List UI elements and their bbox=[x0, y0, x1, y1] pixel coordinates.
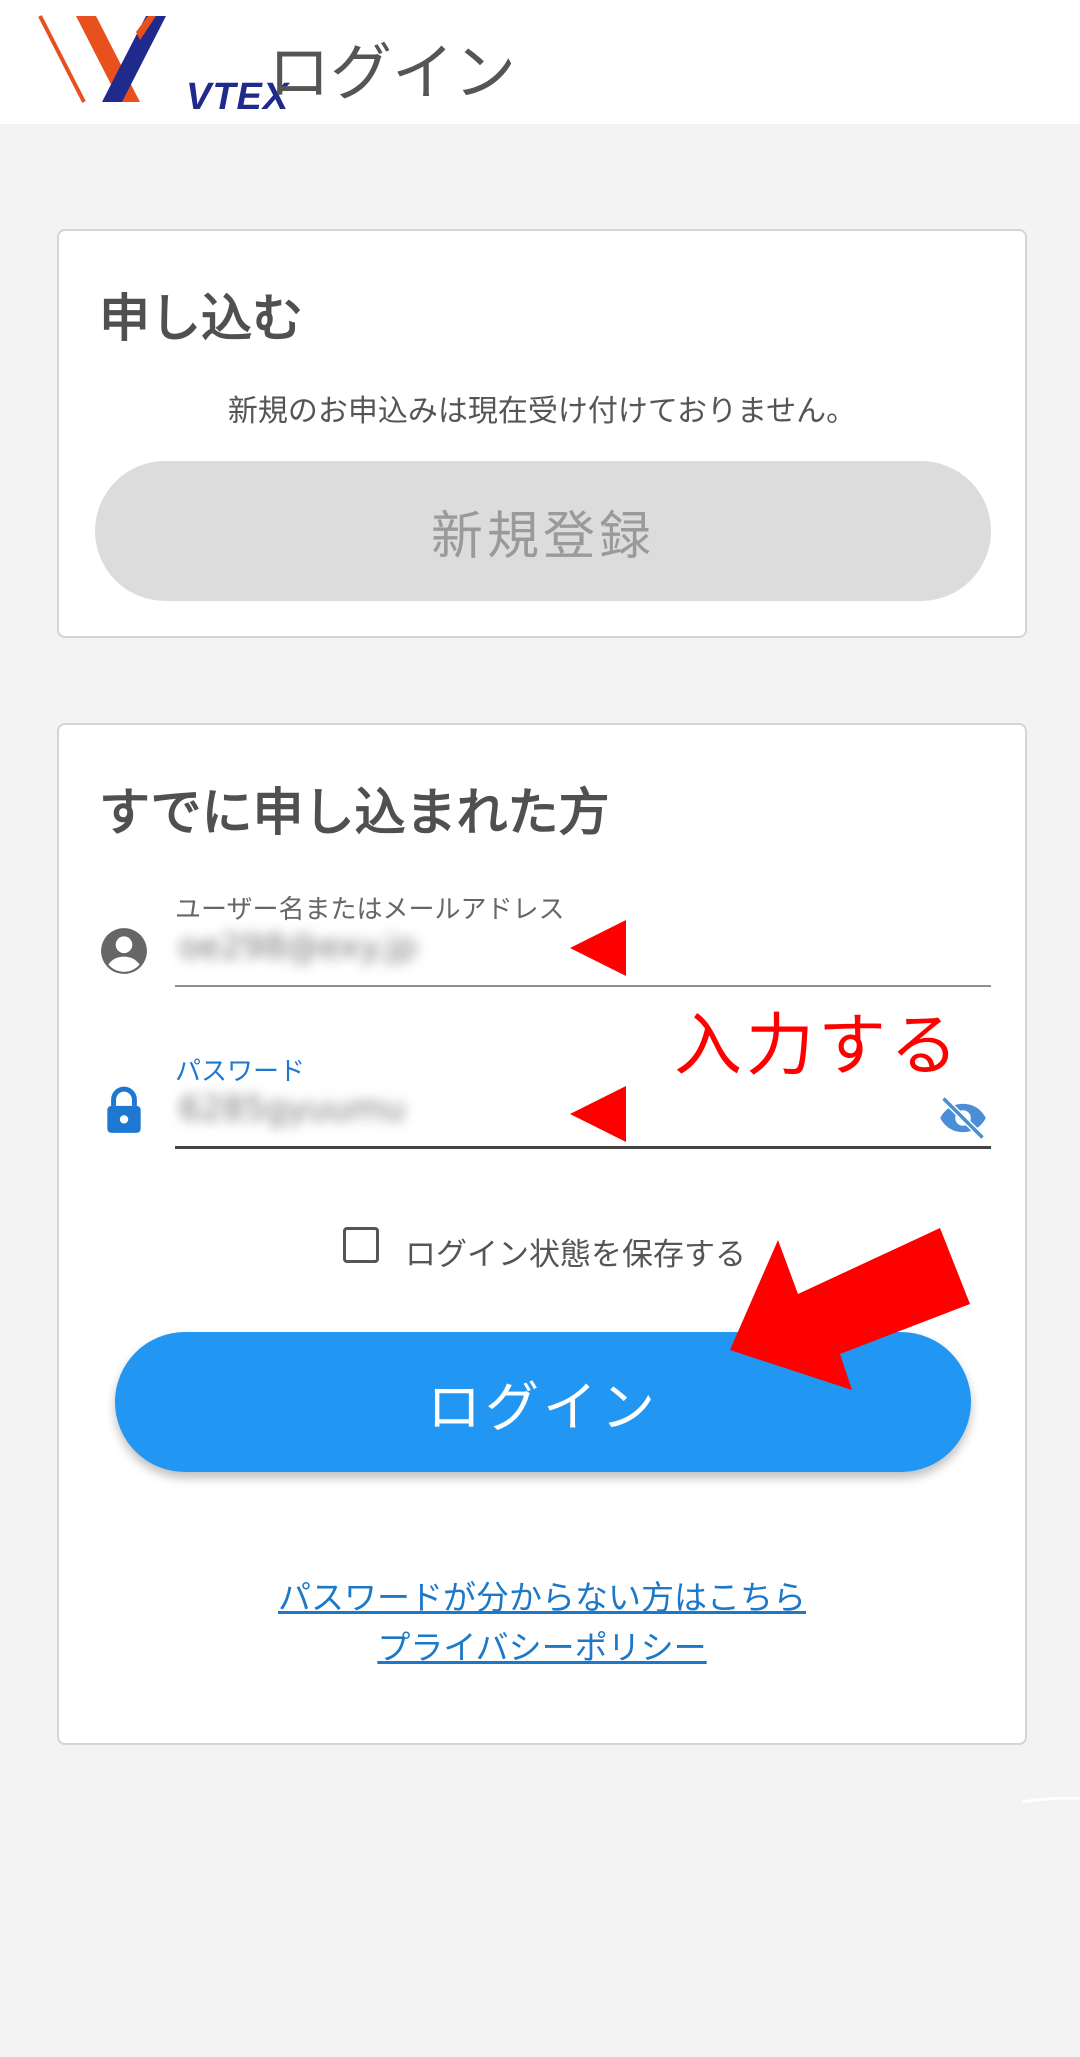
password-value: 6285gyuumu bbox=[179, 1089, 405, 1129]
vtex-logo: VTEX bbox=[36, 12, 288, 118]
register-card: 申し込む 新規のお申込みは現在受け付けておりません。 新規登録 bbox=[57, 229, 1027, 638]
annotation-text: 入力する bbox=[674, 1007, 963, 1086]
privacy-policy-link[interactable]: プライバシーポリシー bbox=[59, 1621, 1025, 1669]
eye-off-icon[interactable] bbox=[937, 1092, 989, 1144]
account-circle-icon bbox=[99, 926, 149, 976]
username-value: oe298@exy.jp bbox=[179, 927, 418, 967]
register-button[interactable]: 新規登録 bbox=[95, 461, 991, 601]
annotation-arrow-password bbox=[570, 1086, 630, 1142]
app-header: VTEX ログイン bbox=[0, 0, 1080, 124]
remember-checkbox[interactable] bbox=[343, 1227, 379, 1263]
remember-label: ログイン状態を保存する bbox=[405, 1237, 746, 1273]
annotation-arrow-login bbox=[720, 1220, 980, 1400]
lock-icon bbox=[99, 1085, 149, 1135]
register-card-title: 申し込む bbox=[99, 290, 304, 349]
register-notice: 新規のお申込みは現在受け付けておりません。 bbox=[227, 394, 857, 429]
forgot-password-link[interactable]: パスワードが分からない方はこちら bbox=[59, 1571, 1025, 1619]
page-title: ログイン bbox=[268, 36, 517, 109]
annotation-arrow-username bbox=[570, 920, 630, 976]
decorative-mark bbox=[1021, 1788, 1080, 1804]
login-card-title: すでに申し込まれた方 bbox=[99, 784, 610, 843]
